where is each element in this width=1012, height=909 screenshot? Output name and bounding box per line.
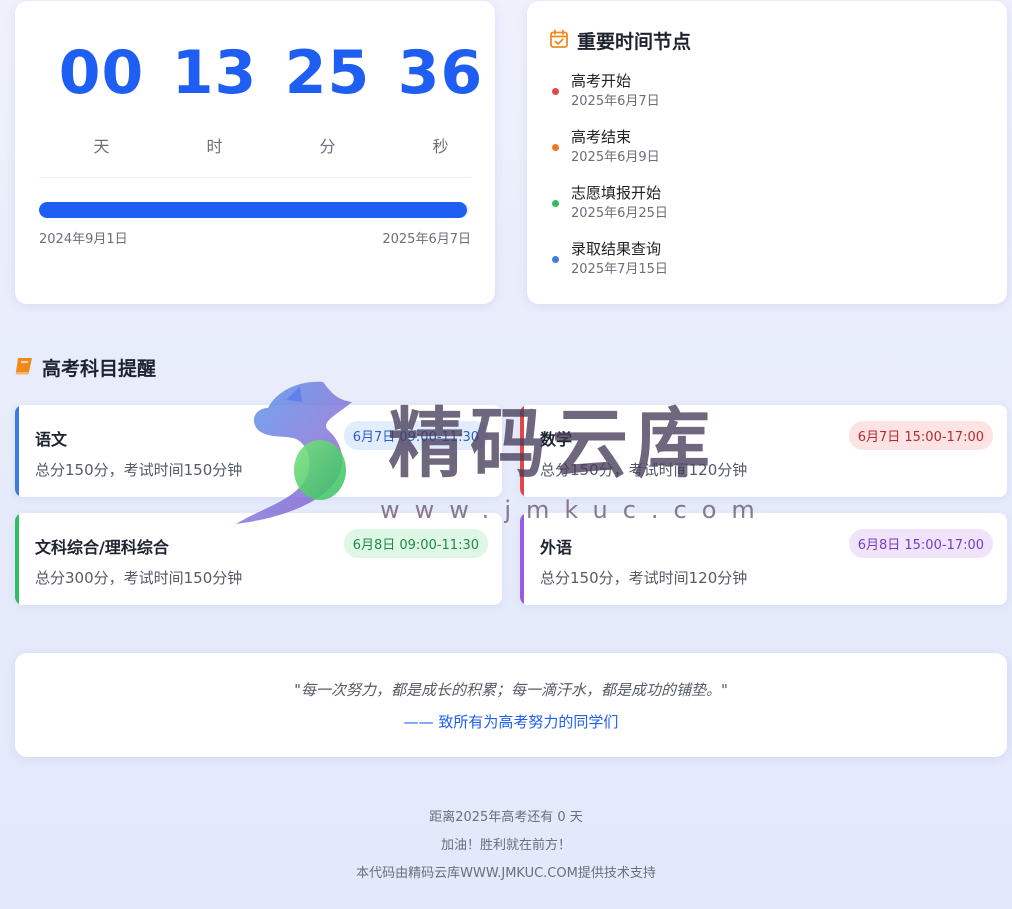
subject-name: 语文 [35,430,68,449]
timeline-title: 重要时间节点 [577,31,692,53]
subject-time-badge: 6月8日 09:00-11:30 [343,529,488,558]
progress-end-date: 2025年6月7日 [382,232,471,247]
countdown-hours-label: 时 [206,137,223,156]
countdown-seconds-label: 秒 [432,137,449,156]
subject-desc: 总分150分，考试时间150分钟 [35,461,243,479]
book-icon [14,357,34,379]
quote-text: "每一次努力，都是成长的积累；每一滴汗水，都是成功的铺垫。" [294,681,728,699]
timeline-item-name: 高考开始 [571,72,632,90]
timeline-item: 志愿填报开始 2025年6月25日 [549,183,668,239]
subject-name: 文科综合/理科综合 [35,538,169,557]
subject-time-badge: 6月8日 15:00-17:00 [848,529,993,558]
countdown-hours-value: 13 [171,38,258,108]
timeline-item-name: 录取结果查询 [571,240,662,258]
subject-name: 外语 [540,538,573,557]
subject-name: 数学 [540,430,573,449]
quote-author: —— 致所有为高考努力的同学们 [403,713,619,731]
timeline-item: 录取结果查询 2025年7月15日 [549,239,668,295]
countdown-units: 00 天 13 时 25 分 36 秒 [45,37,497,157]
timeline-list: 高考开始 2025年6月7日 高考结束 2025年6月9日 志愿填报开始 202… [549,71,668,295]
subject-desc: 总分150分，考试时间120分钟 [540,569,748,587]
countdown-days: 00 天 [45,37,158,157]
footer-credit: 本代码由精码云库WWW.JMKUC.COM提供技术支持 [356,866,656,881]
progress-fill [39,202,467,218]
progress-track [39,202,469,218]
timeline-dot [552,256,559,263]
timeline-item-date: 2025年6月9日 [571,150,660,165]
timeline-header: 重要时间节点 [549,27,691,54]
timeline-item-date: 2025年6月7日 [571,94,660,109]
countdown-days-value: 00 [58,38,145,108]
subject-accent-bar [15,405,19,497]
footer-encouragement: 加油！胜利就在前方！ [440,838,571,853]
subjects-title: 高考科目提醒 [42,358,157,380]
timeline-card: 重要时间节点 高考开始 2025年6月7日 高考结束 2025年6月9日 志愿填… [527,1,1007,304]
countdown-minutes-label: 分 [319,137,336,156]
timeline-item-date: 2025年7月15日 [571,262,668,277]
countdown-card: 00 天 13 时 25 分 36 秒 2024年9月1日 2025年6月7日 [15,1,495,304]
timeline-item-date: 2025年6月25日 [571,206,668,221]
subject-desc: 总分150分，考试时间120分钟 [540,461,748,479]
timeline-item-name: 高考结束 [571,128,632,146]
countdown-divider [39,177,471,178]
subject-accent-bar [520,513,524,605]
progress-start-date: 2024年9月1日 [39,232,128,247]
countdown-days-label: 天 [93,137,110,156]
subject-accent-bar [15,513,19,605]
countdown-minutes: 25 分 [271,37,384,157]
footer-days-remaining: 距离2025年高考还有 0 天 [429,810,583,825]
timeline-item: 高考开始 2025年6月7日 [549,71,668,127]
subject-card-comprehensive: 文科综合/理科综合 总分300分，考试时间150分钟 6月8日 09:00-11… [15,513,502,605]
countdown-hours: 13 时 [158,37,271,157]
subject-card-math: 数学 总分150分，考试时间120分钟 6月7日 15:00-17:00 [520,405,1007,497]
countdown-minutes-value: 25 [284,38,371,108]
subject-card-foreign-language: 外语 总分150分，考试时间120分钟 6月8日 15:00-17:00 [520,513,1007,605]
subject-desc: 总分300分，考试时间150分钟 [35,569,243,587]
timeline-dot [552,144,559,151]
subject-time-badge: 6月7日 09:00-11:30 [343,421,488,450]
calendar-check-icon [549,29,569,53]
timeline-item: 高考结束 2025年6月9日 [549,127,668,183]
timeline-item-name: 志愿填报开始 [571,184,662,202]
timeline-dot [552,200,559,207]
subject-time-badge: 6月7日 15:00-17:00 [848,421,993,450]
timeline-dot [552,88,559,95]
subjects-header: 高考科目提醒 [14,354,156,381]
quote-card: "每一次努力，都是成长的积累；每一滴汗水，都是成功的铺垫。" —— 致所有为高考… [15,653,1007,757]
subject-card-chinese: 语文 总分150分，考试时间150分钟 6月7日 09:00-11:30 [15,405,502,497]
subject-accent-bar [520,405,524,497]
countdown-seconds: 36 秒 [384,37,497,157]
countdown-seconds-value: 36 [397,38,484,108]
